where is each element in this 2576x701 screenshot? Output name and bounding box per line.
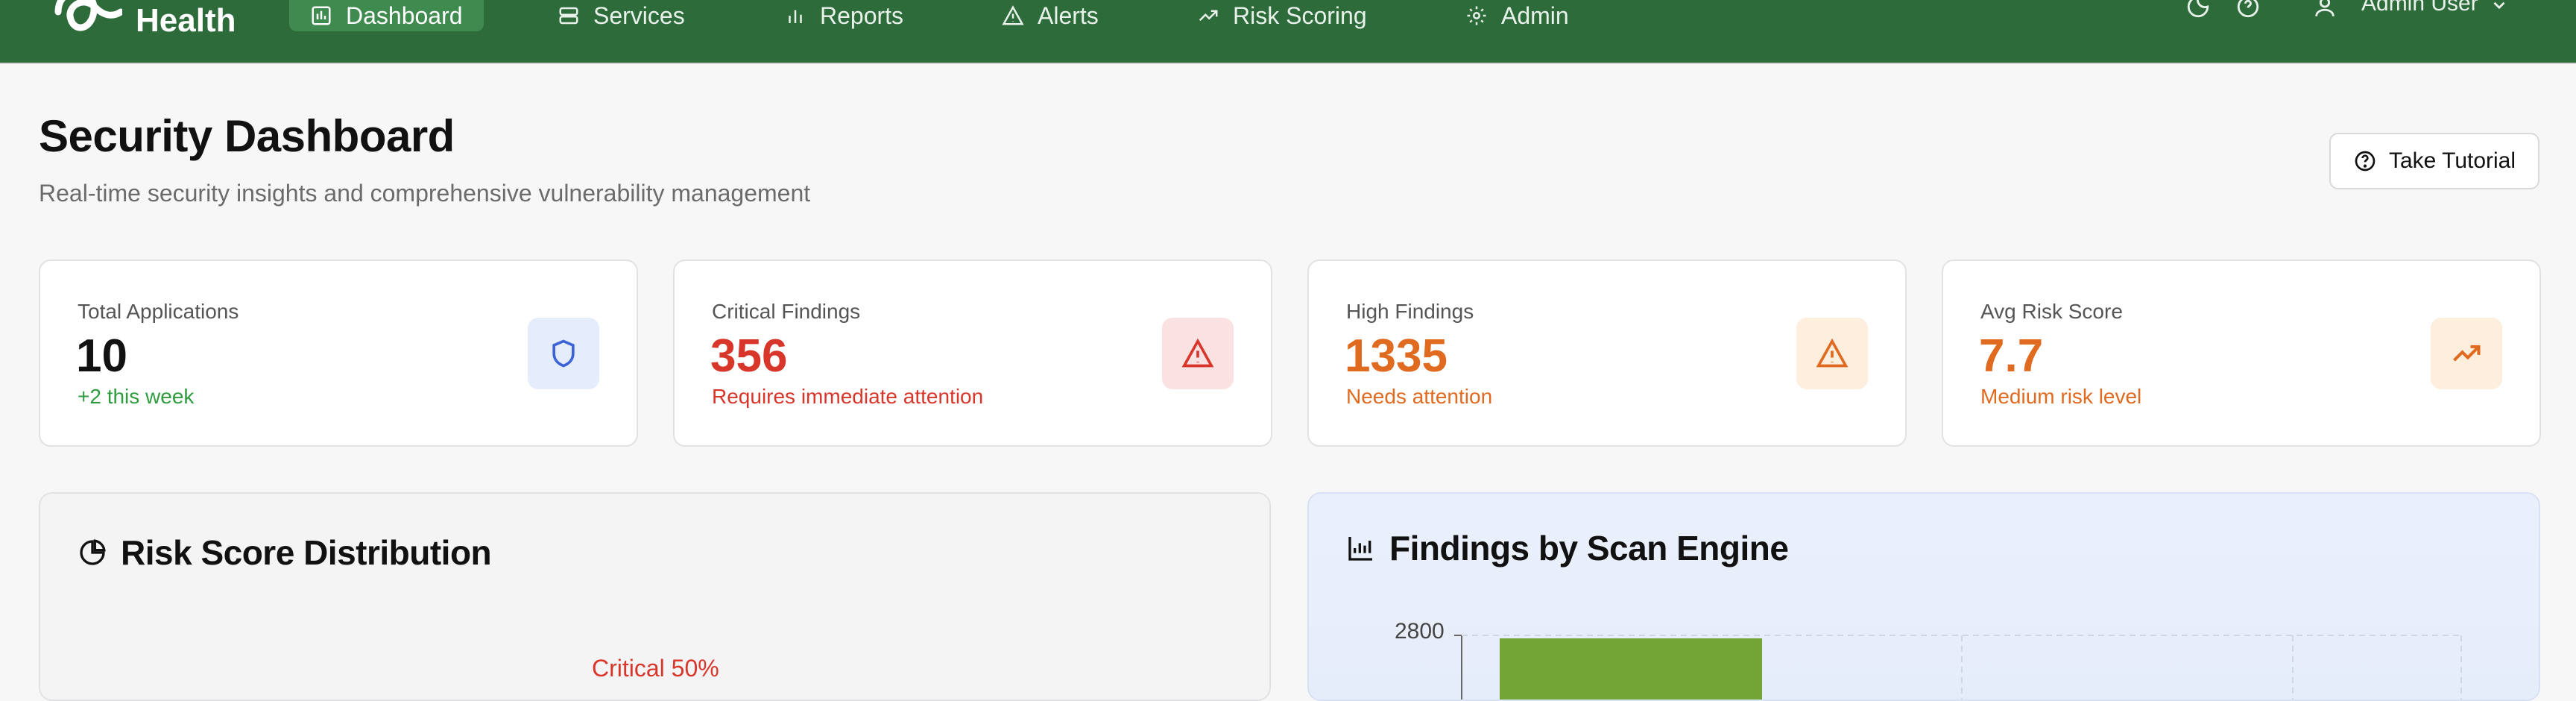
- theme-toggle-icon[interactable]: [2185, 0, 2211, 19]
- panel-title-text: Risk Score Distribution: [121, 533, 492, 572]
- stat-card-critical-findings: Critical Findings 356 Requires immediate…: [673, 260, 1272, 447]
- brand[interactable]: Health: [51, 0, 236, 63]
- nav-item-label: Reports: [820, 1, 904, 29]
- warning-icon: [1162, 318, 1234, 389]
- server-icon: [559, 7, 578, 25]
- stat-value: 7.7: [1979, 330, 2044, 382]
- nav-item-services[interactable]: Services: [558, 0, 685, 31]
- nav-item-label: Alerts: [1038, 1, 1099, 29]
- pie-chart-icon: [80, 539, 106, 565]
- nav-item-label: Admin: [1501, 1, 1569, 29]
- bar-chart-icon: [789, 10, 802, 23]
- stat-label: Total Applications: [78, 300, 239, 323]
- pie-slice-label-critical: Critical 50%: [592, 655, 719, 682]
- stat-value: 1335: [1345, 330, 1448, 382]
- panel-title: Risk Score Distribution: [78, 532, 492, 573]
- stat-subtext: +2 this week: [78, 385, 195, 408]
- nav-item-label: Dashboard: [346, 1, 463, 29]
- nav-item-dashboard[interactable]: Dashboard: [289, 0, 484, 31]
- stat-card-high-findings: High Findings 1335 Needs attention: [1307, 260, 1907, 447]
- trend-icon: [1199, 10, 1218, 22]
- nav-item-label: Risk Scoring: [1233, 1, 1367, 29]
- warning-icon: [1002, 5, 1024, 25]
- stat-subtext: Needs attention: [1346, 385, 1493, 408]
- stat-label: Critical Findings: [712, 300, 861, 323]
- nav-item-reports[interactable]: Reports: [784, 0, 903, 31]
- stat-label: High Findings: [1346, 300, 1474, 323]
- shield-icon: [528, 318, 599, 389]
- help-circle-icon: [2355, 151, 2375, 172]
- page-subtitle: Real-time security insights and comprehe…: [39, 180, 811, 207]
- trend-up-icon: [2431, 318, 2502, 389]
- user-icon[interactable]: [2312, 0, 2337, 19]
- gear-icon: [1467, 6, 1486, 25]
- stat-card-avg-risk-score: Avg Risk Score 7.7 Medium risk level: [1942, 260, 2541, 447]
- brand-name: Health: [136, 2, 236, 39]
- user-name[interactable]: Admin User: [2361, 0, 2478, 16]
- nav-item-label: Services: [593, 1, 685, 29]
- warning-icon: [1796, 318, 1868, 389]
- stat-value: 10: [76, 330, 127, 382]
- nav-item-alerts[interactable]: Alerts: [1002, 0, 1099, 31]
- nav-item-admin[interactable]: Admin: [1465, 0, 1569, 31]
- take-tutorial-label: Take Tutorial: [2388, 148, 2516, 173]
- dashboard-icon: [312, 6, 331, 25]
- help-icon[interactable]: [2235, 0, 2261, 19]
- chevron-down-icon[interactable]: [2490, 0, 2509, 15]
- page-title: Security Dashboard: [39, 111, 455, 161]
- nav-item-risk-scoring[interactable]: Risk Scoring: [1197, 0, 1367, 31]
- findings-by-engine-chart: [1454, 635, 2462, 701]
- y-tick-label: 2800: [1395, 619, 1445, 644]
- stat-value: 356: [710, 330, 788, 382]
- brand-logo-icon: [51, 0, 124, 63]
- top-navigation-bar: Health Dashboard Services Reports Alerts…: [0, 0, 2576, 63]
- stat-subtext: Medium risk level: [1980, 385, 2142, 408]
- stat-label: Avg Risk Score: [1980, 300, 2123, 323]
- stat-card-total-applications: Total Applications 10 +2 this week: [39, 260, 638, 447]
- findings-by-scan-engine-panel: Findings by Scan Engine 2800: [1307, 492, 2540, 701]
- stat-subtext: Requires immediate attention: [712, 385, 984, 408]
- bar[interactable]: [1500, 638, 1762, 701]
- risk-score-distribution-panel: Risk Score Distribution Critical 50%: [39, 492, 1271, 701]
- take-tutorial-button[interactable]: Take Tutorial: [2329, 133, 2539, 189]
